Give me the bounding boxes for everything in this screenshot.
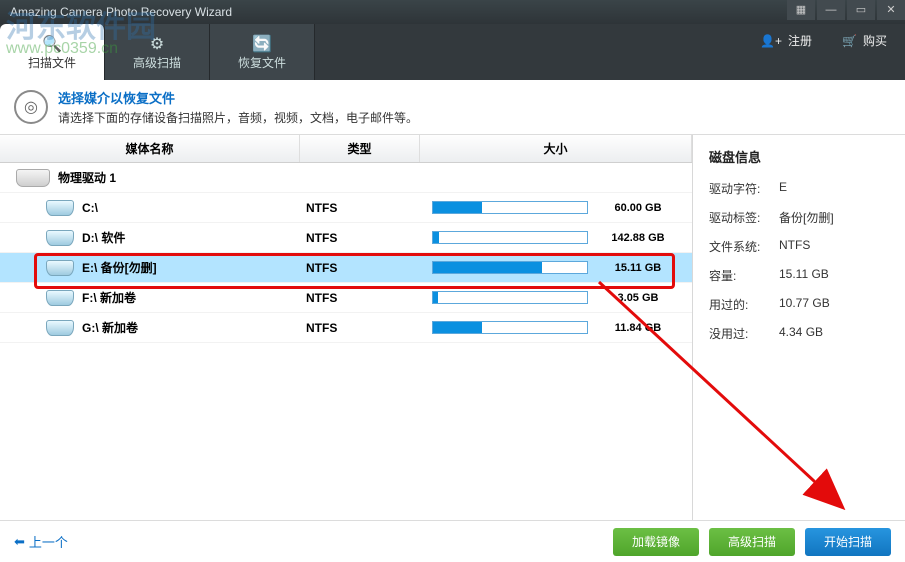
usage-bar (432, 261, 588, 274)
drive-size: 15.11 GB (596, 262, 680, 274)
banner-text: 选择媒介以恢复文件 请选择下面的存储设备扫描照片，音频，视频，文档，电子邮件等。 (58, 88, 418, 126)
tab-label: 扫描文件 (28, 54, 76, 71)
target-icon: ◎ (14, 90, 48, 124)
banner-title: 选择媒介以恢复文件 (58, 88, 418, 107)
usage-bar (432, 201, 588, 214)
titlebar: Amazing Camera Photo Recovery Wizard ▦ —… (0, 0, 905, 24)
magnifier-icon: 🔍 (41, 34, 63, 54)
col-size: 大小 (420, 135, 692, 162)
cart-icon: 🛒 (842, 34, 857, 48)
footer: ⬅ 上一个 加载镜像 高级扫描 开始扫描 (0, 520, 905, 562)
usage-bar (432, 231, 588, 244)
drive-row[interactable]: D:\ 软件 NTFS 142.88 GB (0, 223, 692, 253)
info-tag: 备份[勿删] (779, 209, 834, 226)
banner-subtitle: 请选择下面的存储设备扫描照片，音频，视频，文档，电子邮件等。 (58, 109, 418, 126)
info-free: 4.34 GB (779, 325, 823, 342)
drive-type: NTFS (300, 201, 420, 215)
physical-disk-icon (16, 169, 50, 187)
drive-row[interactable]: C:\ NTFS 60.00 GB (0, 193, 692, 223)
physical-drive-row[interactable]: 物理驱动 1 (0, 163, 692, 193)
content: 媒体名称 类型 大小 物理驱动 1 C:\ NTFS 60.00 GB D:\ 软件 N… (0, 135, 905, 525)
toolbar-right: 👤+ 注册 🛒 购买 (760, 32, 887, 49)
minimize-button[interactable]: — (817, 0, 845, 20)
toolbar: 🔍 扫描文件 ⚙ 高级扫描 🔄 恢复文件 👤+ 注册 🛒 购买 (0, 24, 905, 80)
col-type: 类型 (300, 135, 420, 162)
advanced-scan-button[interactable]: 高级扫描 (709, 528, 795, 556)
back-button[interactable]: ⬅ 上一个 (14, 532, 68, 551)
table-header: 媒体名称 类型 大小 (0, 135, 692, 163)
drive-icon (46, 320, 74, 336)
col-name: 媒体名称 (0, 135, 300, 162)
drive-type: NTFS (300, 291, 420, 305)
refresh-icon: 🔄 (251, 34, 273, 54)
info-letter: E (779, 180, 787, 197)
disk-info-panel: 磁盘信息 驱动字符:E 驱动标签:备份[勿删] 文件系统:NTFS 容量:15.… (693, 135, 905, 525)
tab-advanced-scan[interactable]: ⚙ 高级扫描 (105, 24, 210, 80)
drive-size: 11.84 GB (596, 322, 680, 334)
info-used: 10.77 GB (779, 296, 830, 313)
start-scan-button[interactable]: 开始扫描 (805, 528, 891, 556)
drive-size: 60.00 GB (596, 202, 680, 214)
drive-name: G:\ 新加卷 (82, 319, 138, 336)
drive-icon (46, 290, 74, 306)
tab-label: 恢复文件 (238, 54, 286, 71)
tab-recover-files[interactable]: 🔄 恢复文件 (210, 24, 315, 80)
usage-bar (432, 321, 588, 334)
tab-label: 高级扫描 (133, 54, 181, 71)
drive-name: E:\ 备份[勿删] (82, 259, 157, 276)
drive-list: 媒体名称 类型 大小 物理驱动 1 C:\ NTFS 60.00 GB D:\ 软件 N… (0, 135, 693, 525)
drive-type: NTFS (300, 321, 420, 335)
drive-icon (46, 200, 74, 216)
buy-link[interactable]: 🛒 购买 (842, 32, 887, 49)
drive-row[interactable]: E:\ 备份[勿删] NTFS 15.11 GB (0, 253, 692, 283)
info-fs: NTFS (779, 238, 810, 255)
maximize-button[interactable]: ▭ (847, 0, 875, 20)
user-plus-icon: 👤+ (760, 34, 782, 48)
window-buttons: ▦ — ▭ ✕ (785, 0, 905, 20)
footer-buttons: 加载镜像 高级扫描 开始扫描 (613, 528, 891, 556)
usage-bar (432, 291, 588, 304)
drive-size: 142.88 GB (596, 232, 680, 244)
drive-size: 3.05 GB (596, 292, 680, 304)
drive-row[interactable]: F:\ 新加卷 NTFS 3.05 GB (0, 283, 692, 313)
load-image-button[interactable]: 加载镜像 (613, 528, 699, 556)
gear-icon: ⚙ (146, 34, 168, 54)
close-button[interactable]: ✕ (877, 0, 905, 20)
drive-row[interactable]: G:\ 新加卷 NTFS 11.84 GB (0, 313, 692, 343)
drive-name: F:\ 新加卷 (82, 289, 136, 306)
drive-type: NTFS (300, 261, 420, 275)
arrow-left-icon: ⬅ (14, 534, 25, 550)
info-heading: 磁盘信息 (709, 147, 905, 166)
register-link[interactable]: 👤+ 注册 (760, 32, 812, 49)
tab-scan-files[interactable]: 🔍 扫描文件 (0, 24, 105, 80)
drive-icon (46, 230, 74, 246)
info-cap: 15.11 GB (779, 267, 829, 284)
banner: ◎ 选择媒介以恢复文件 请选择下面的存储设备扫描照片，音频，视频，文档，电子邮件… (0, 80, 905, 135)
app-title: Amazing Camera Photo Recovery Wizard (10, 5, 232, 19)
settings-icon[interactable]: ▦ (787, 0, 815, 20)
drive-type: NTFS (300, 231, 420, 245)
drive-name: D:\ 软件 (82, 229, 125, 246)
drive-name: C:\ (82, 201, 98, 215)
drive-icon (46, 260, 74, 276)
